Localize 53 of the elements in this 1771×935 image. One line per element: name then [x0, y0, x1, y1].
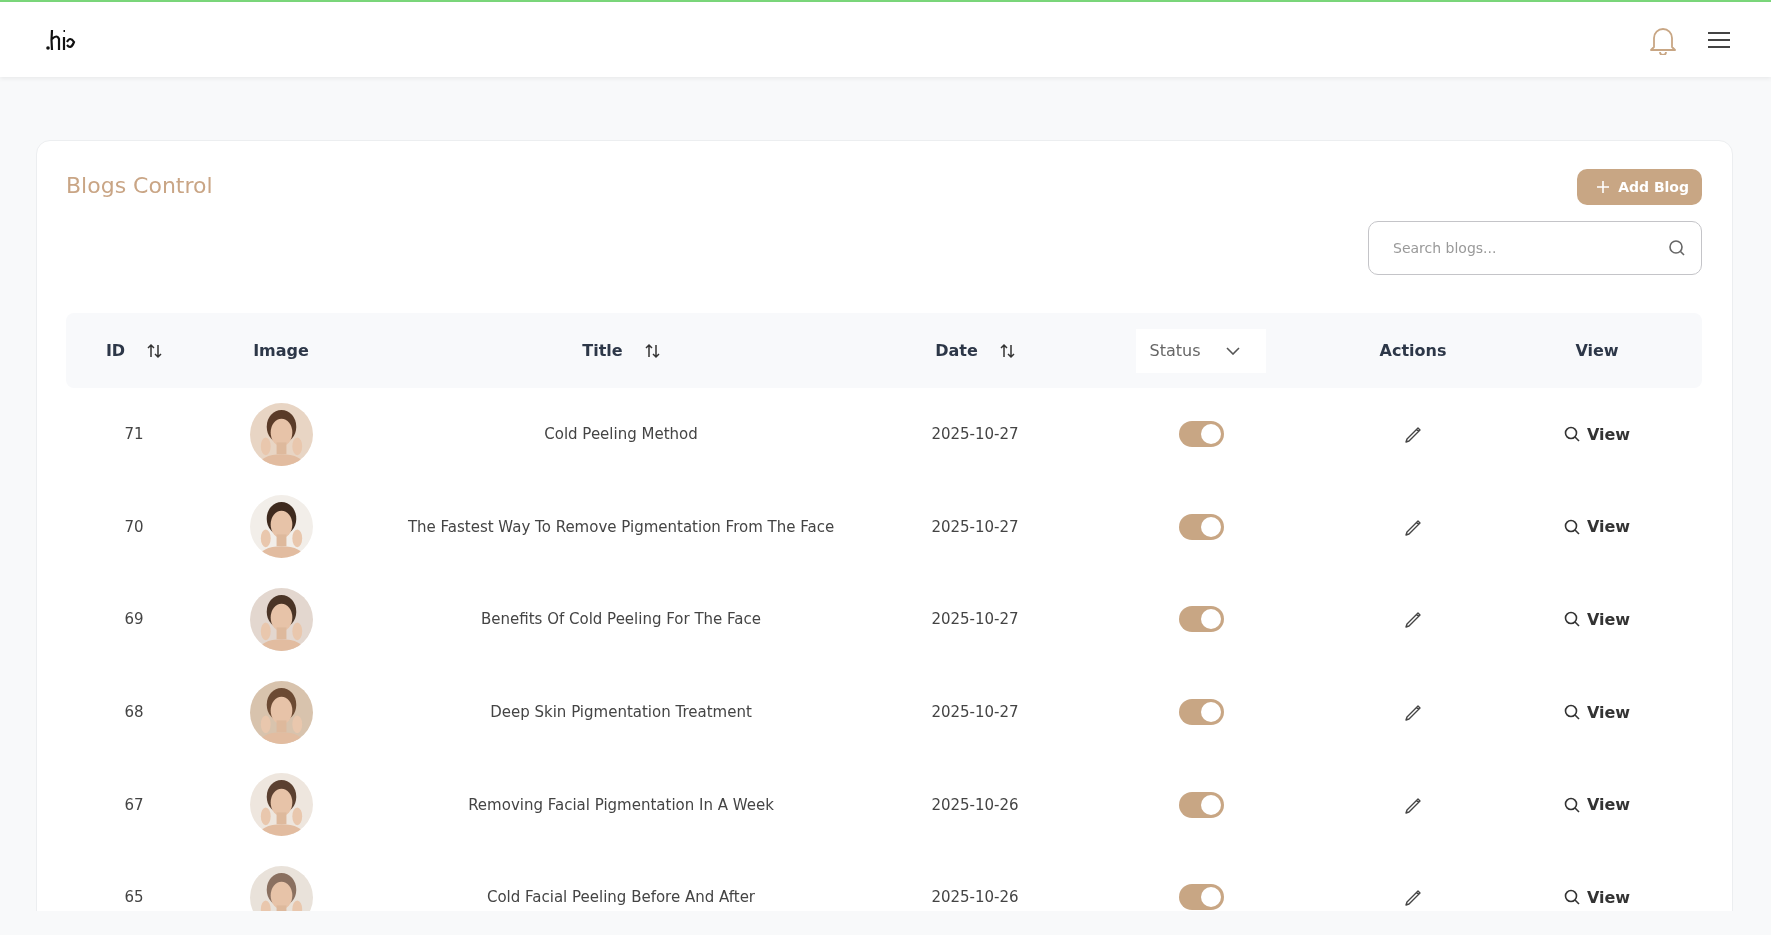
- table-cell: 2025-10-27: [931, 425, 1019, 444]
- logo-icon[interactable]: [46, 27, 76, 52]
- column-header[interactable]: Date: [935, 341, 978, 360]
- table-cell: 70: [124, 517, 144, 536]
- column-header: Actions: [1379, 341, 1447, 360]
- column-header[interactable]: Title: [582, 341, 623, 360]
- view-link[interactable]: View: [1557, 609, 1637, 630]
- column-header[interactable]: ID: [105, 341, 126, 360]
- sort-icon[interactable]: [999, 342, 1015, 359]
- sort-icon[interactable]: [147, 342, 163, 359]
- search-icon: [1563, 796, 1580, 813]
- status-toggle[interactable]: [1178, 884, 1224, 911]
- status-toggle[interactable]: [1178, 791, 1224, 818]
- column-header: Image: [253, 341, 309, 360]
- table-cell: 2025-10-27: [931, 703, 1019, 722]
- table-cell: 69: [124, 610, 144, 629]
- table-cell: Benefits Of Cold Peeling For The Face: [481, 610, 761, 629]
- view-link[interactable]: View: [1557, 794, 1637, 816]
- table-cell: The Fastest Way To Remove Pigmentation From The Face: [407, 517, 835, 536]
- table-cell: 68: [124, 703, 144, 722]
- view-link[interactable]: View: [1557, 516, 1637, 538]
- search-field[interactable]: Search blogs...: [1368, 221, 1702, 275]
- table-cell: 2025-10-26: [931, 888, 1019, 907]
- table-cell: Cold Peeling Method: [544, 425, 698, 444]
- status-toggle[interactable]: [1178, 513, 1224, 540]
- table-cell: Cold Facial Peeling Before And After: [486, 888, 756, 907]
- table-cell: 65: [124, 888, 144, 907]
- view-link[interactable]: View: [1557, 701, 1637, 723]
- table-cell: 2025-10-26: [931, 795, 1019, 814]
- status-filter-dropdown[interactable]: Status: [1135, 328, 1267, 373]
- sort-icon[interactable]: [644, 342, 660, 359]
- table-cell: Deep Skin Pigmentation Treatment: [490, 703, 752, 722]
- plus-icon: [1596, 180, 1611, 194]
- search-icon: [1668, 239, 1686, 257]
- page-title: Blogs Control: [66, 173, 213, 198]
- table-cell: Removing Facial Pigmentation In A Week: [468, 795, 774, 814]
- status-toggle[interactable]: [1178, 606, 1224, 633]
- search-icon: [1563, 426, 1580, 443]
- status-toggle[interactable]: [1178, 699, 1224, 726]
- table-cell: 2025-10-27: [931, 517, 1019, 536]
- search-icon: [1563, 518, 1580, 535]
- view-link[interactable]: View: [1557, 423, 1637, 445]
- search-icon: [1563, 611, 1580, 628]
- search-icon: [1563, 889, 1580, 906]
- menu-icon[interactable]: [1707, 30, 1731, 49]
- column-header: View: [1575, 341, 1619, 360]
- table-cell: 71: [124, 425, 144, 444]
- table-cell: 67: [124, 795, 144, 814]
- status-toggle[interactable]: [1178, 421, 1224, 448]
- table-cell: 2025-10-27: [931, 610, 1019, 629]
- view-link[interactable]: View: [1557, 886, 1637, 908]
- chevron-down-icon: [1226, 346, 1241, 355]
- search-icon: [1563, 704, 1580, 721]
